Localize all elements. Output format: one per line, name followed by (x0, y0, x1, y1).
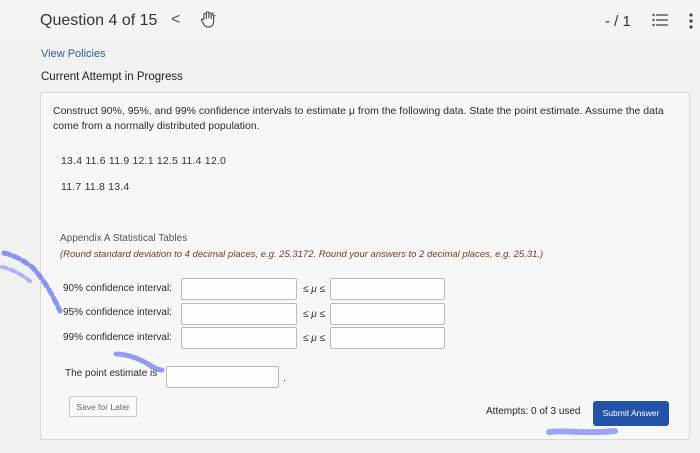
ci-99-lower-input[interactable] (181, 327, 297, 349)
point-estimate-period: . (283, 373, 286, 384)
prompt-line: come from a normally distributed populat… (53, 120, 260, 132)
ci-95-upper-input[interactable] (330, 303, 445, 325)
rounding-instructions: (Round standard deviation to 4 decimal p… (60, 249, 544, 260)
point-estimate-label: The point estimate is (65, 368, 158, 379)
data-values-row-1: 13.4 11.6 11.9 12.1 12.5 11.4 12.0 (61, 155, 227, 167)
ci-99-mu-symbol: ≤ μ ≤ (303, 333, 326, 344)
save-for-later-button[interactable]: Save for Later (69, 396, 137, 417)
point-estimate-input[interactable] (166, 366, 279, 388)
ci-95-label: 95% confidence interval: (63, 307, 172, 318)
question-list-icon[interactable] (652, 13, 668, 27)
attempt-status-heading: Current Attempt in Progress (41, 71, 183, 83)
prompt-line: Construct 90%, 95%, and 99% confidence i… (53, 105, 664, 117)
ci-90-upper-input[interactable] (330, 278, 445, 300)
view-policies-link[interactable]: View Policies (41, 48, 106, 60)
hand-pointer-icon[interactable] (198, 10, 218, 30)
ci-90-label: 90% confidence interval: (63, 283, 172, 294)
score-display: - / 1 (605, 13, 631, 30)
ci-90-lower-input[interactable] (181, 278, 297, 300)
question-counter: Question 4 of 15 (40, 12, 158, 29)
question-panel (40, 92, 690, 440)
attempts-counter: Attempts: 0 of 3 used (486, 406, 581, 417)
submit-answer-button[interactable]: Submit Answer (593, 401, 669, 426)
previous-question-button[interactable]: < (171, 11, 180, 29)
more-options-icon[interactable] (688, 12, 694, 30)
ci-99-upper-input[interactable] (330, 327, 445, 349)
ci-99-label: 99% confidence interval: (63, 332, 172, 343)
ci-95-mu-symbol: ≤ μ ≤ (303, 309, 326, 320)
ci-90-mu-symbol: ≤ μ ≤ (303, 284, 326, 295)
data-values-row-2: 11.7 11.8 13.4 (61, 181, 130, 193)
appendix-tables-link[interactable]: Appendix A Statistical Tables (60, 233, 187, 244)
question-prompt: Construct 90%, 95%, and 99% confidence i… (53, 104, 683, 134)
ci-95-lower-input[interactable] (181, 303, 297, 325)
